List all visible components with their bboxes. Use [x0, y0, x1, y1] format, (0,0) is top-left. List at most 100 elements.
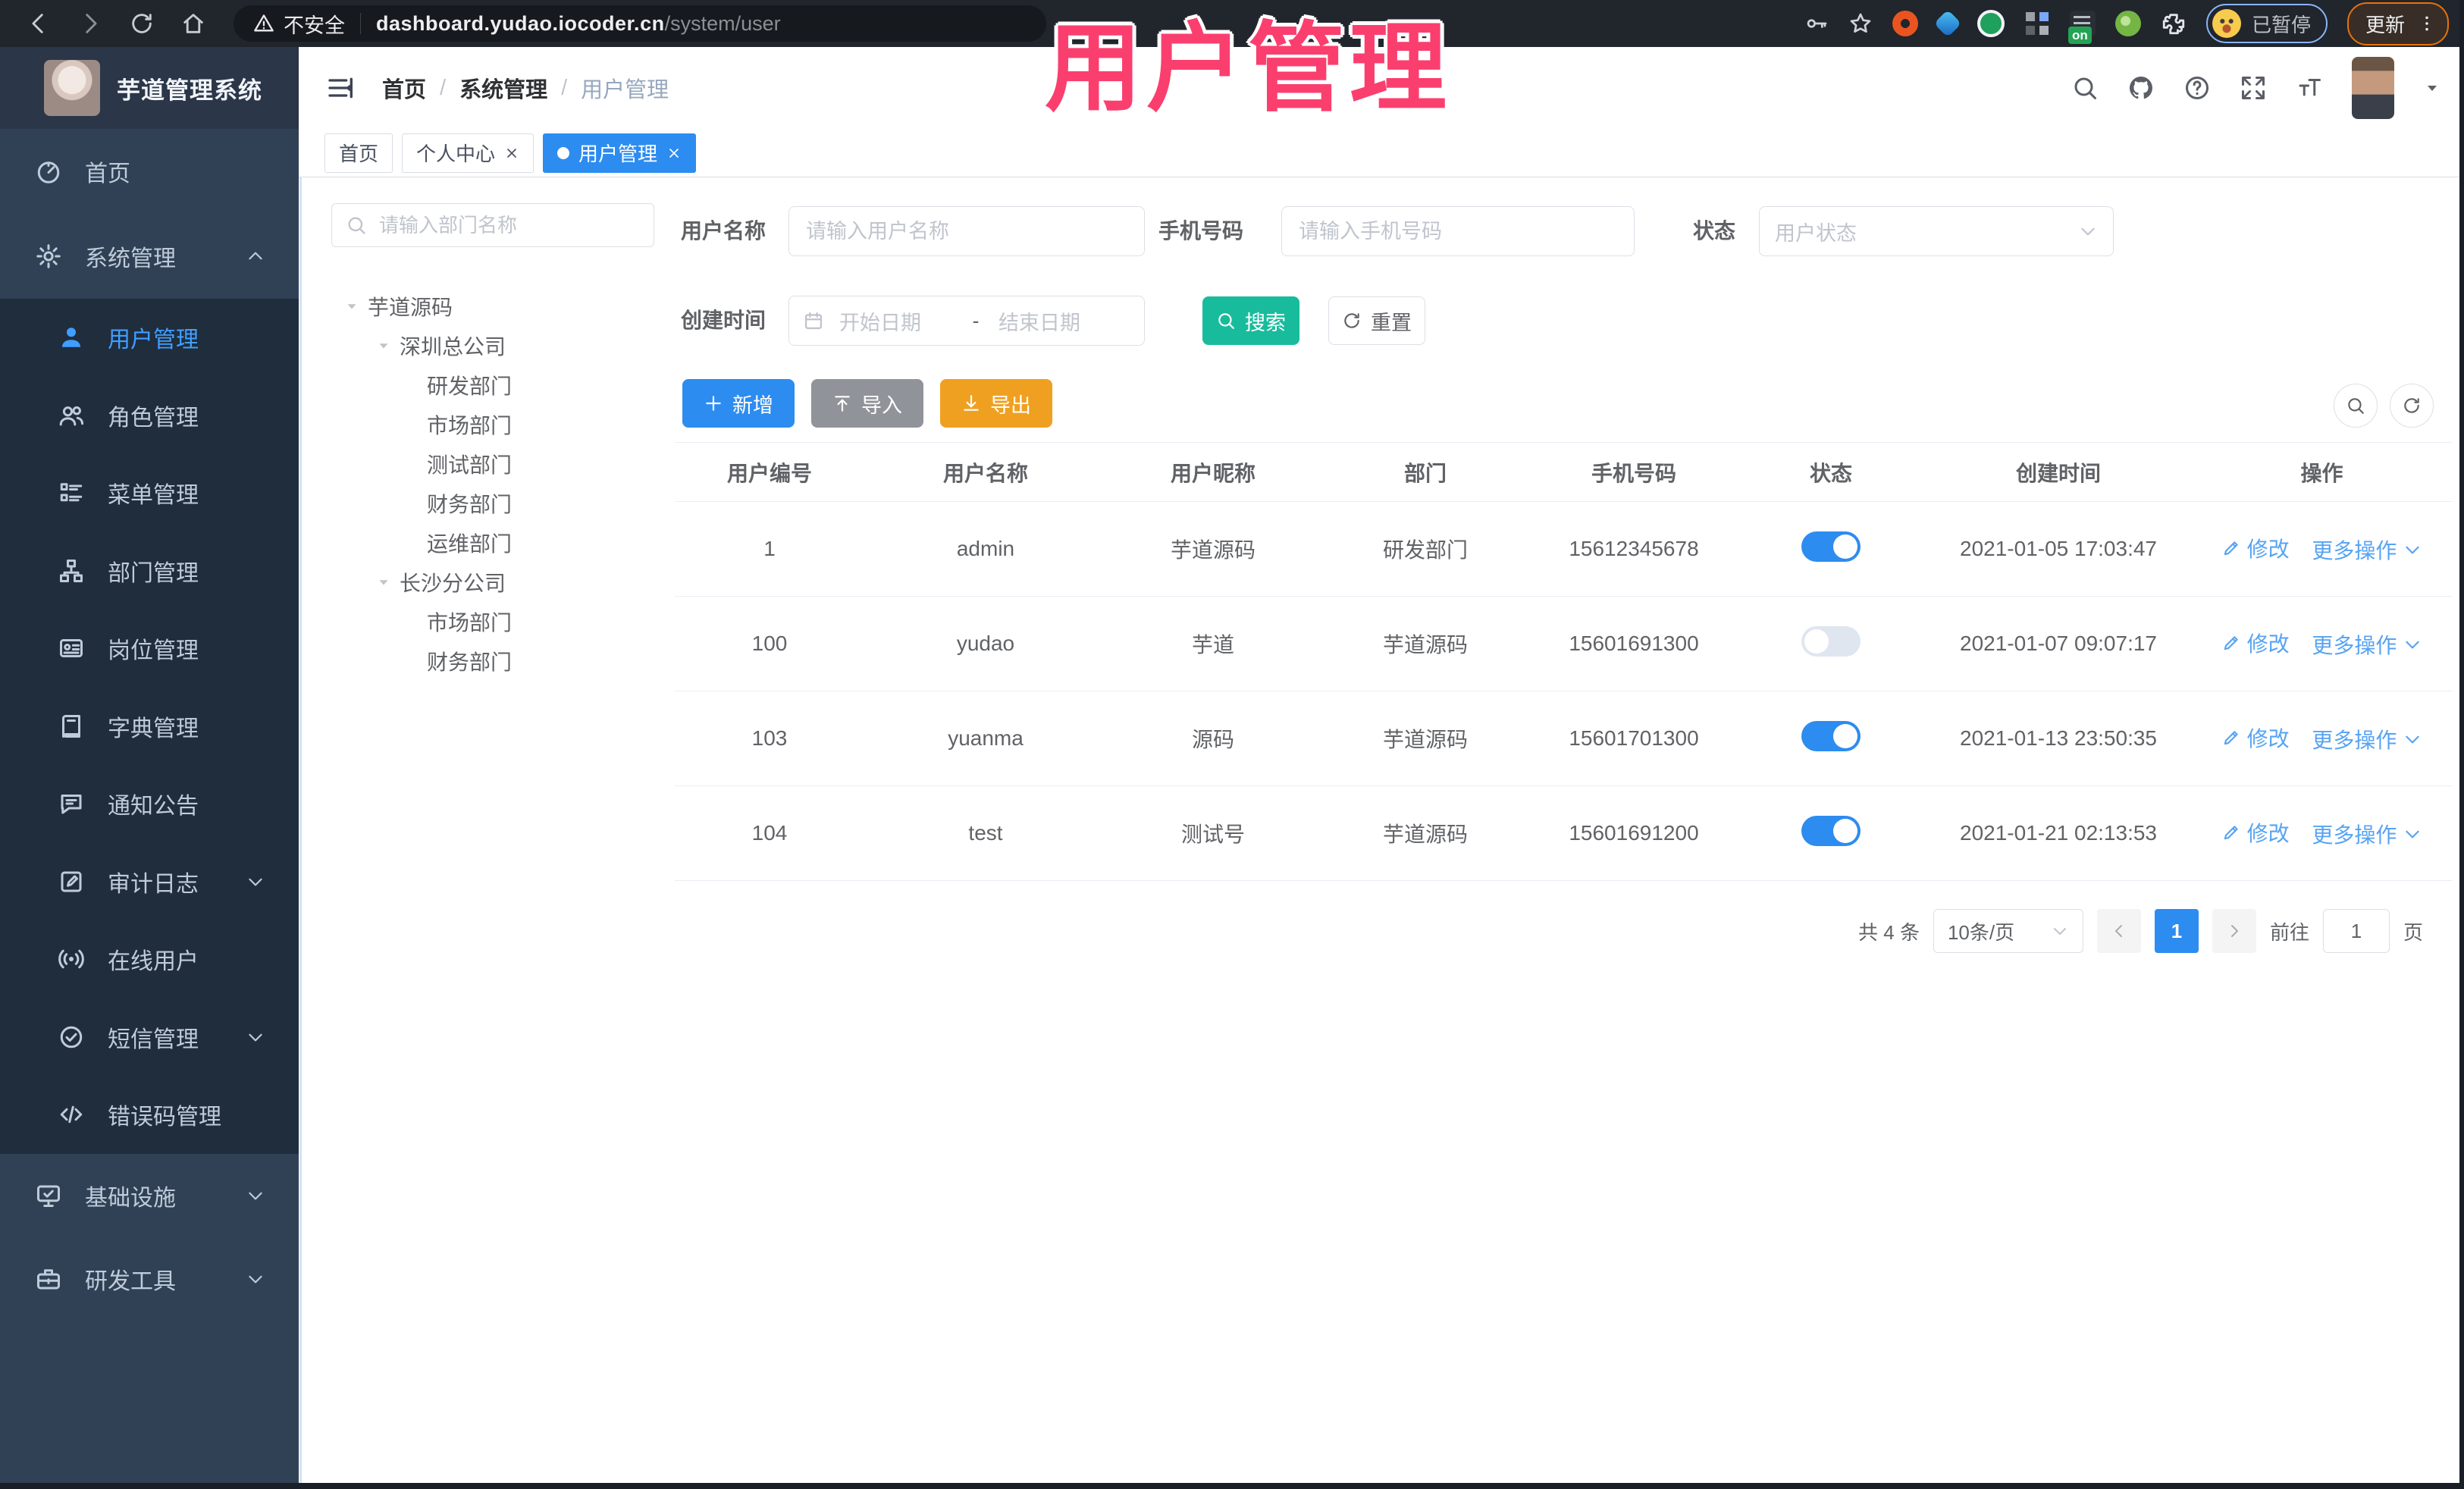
edit-link[interactable]: 修改 [2221, 723, 2290, 753]
tree-node-branch[interactable]: 长沙分公司 [331, 563, 665, 602]
dept-search-input[interactable] [378, 212, 631, 238]
caret-down-icon[interactable] [375, 574, 392, 591]
more-actions-link[interactable]: 更多操作 [2312, 724, 2422, 754]
tab-label: 个人中心 [416, 143, 496, 165]
goto-page-input[interactable] [2322, 909, 2390, 953]
font-size-icon[interactable] [2296, 74, 2323, 102]
browser-update-button[interactable]: 更新 [2346, 2, 2449, 45]
extension-green-icon[interactable] [1977, 10, 2005, 37]
extension-squares-icon[interactable] [2024, 11, 2050, 36]
sidebar-item-dept-mgmt[interactable]: 部门管理 [0, 532, 299, 610]
sidebar-item-home[interactable]: 首页 [0, 129, 299, 214]
breadcrumb-home[interactable]: 首页 [382, 72, 426, 104]
extension-tabs-icon[interactable]: on [2067, 11, 2096, 44]
bookmark-star-icon[interactable] [1848, 11, 1873, 36]
sidebar-item-infrastructure[interactable]: 基础设施 [0, 1154, 299, 1237]
browser-forward-icon[interactable] [77, 11, 103, 36]
extension-ubuntu-icon[interactable] [1892, 11, 1918, 36]
sidebar-item-sms-mgmt[interactable]: 短信管理 [0, 998, 299, 1077]
page-number-button[interactable]: 1 [2154, 909, 2199, 953]
tree-node-leaf[interactable]: 财务部门 [331, 641, 665, 681]
col-user-id: 用户编号 [675, 442, 864, 502]
caret-down-icon[interactable] [343, 298, 360, 315]
status-toggle[interactable] [1801, 815, 1861, 846]
cell-mobile: 15601691300 [1531, 596, 1736, 691]
next-page-button[interactable] [2212, 909, 2256, 953]
page-size-value: 10条/页 [1947, 920, 2015, 944]
import-button[interactable]: 导入 [811, 379, 923, 428]
password-key-icon[interactable] [1804, 11, 1829, 36]
more-actions-link[interactable]: 更多操作 [2312, 534, 2422, 565]
browser-home-icon[interactable] [180, 11, 206, 36]
sidebar-item-dev-tools[interactable]: 研发工具 [0, 1237, 299, 1321]
tab-user-management[interactable]: 用户管理 [543, 133, 697, 173]
browser-menu-icon[interactable] [2417, 14, 2437, 33]
status-toggle[interactable] [1801, 720, 1861, 751]
sidebar-item-error-code[interactable]: 错误码管理 [0, 1076, 299, 1154]
tree-node-root[interactable]: 芋道源码 [331, 287, 665, 326]
status-toggle[interactable] [1801, 531, 1861, 562]
sidebar-item-system[interactable]: 系统管理 [0, 214, 299, 299]
header-search-icon[interactable] [2071, 74, 2099, 102]
breadcrumb-system[interactable]: 系统管理 [459, 72, 547, 104]
reset-button[interactable]: 重置 [1328, 296, 1425, 345]
tree-node-leaf[interactable]: 市场部门 [331, 602, 665, 641]
extension-key-icon[interactable] [2114, 11, 2141, 36]
close-icon[interactable] [504, 146, 519, 161]
add-button[interactable]: 新增 [682, 379, 795, 428]
sidebar-item-online-users[interactable]: 在线用户 [0, 920, 299, 998]
sidebar-item-notice[interactable]: 通知公告 [0, 765, 299, 843]
mobile-label: 手机号码 [1158, 219, 1244, 243]
hamburger-icon[interactable] [326, 73, 356, 103]
avatar-caret-icon[interactable] [2423, 79, 2441, 97]
browser-profile-chip[interactable]: 已暂停 [2205, 4, 2328, 43]
tree-node-leaf[interactable]: 市场部门 [331, 405, 665, 444]
refresh-table-button[interactable] [2390, 384, 2434, 428]
tree-node-branch[interactable]: 深圳总公司 [331, 326, 665, 365]
tab-profile[interactable]: 个人中心 [402, 133, 534, 173]
tree-node-leaf[interactable]: 运维部门 [331, 523, 665, 563]
username-input[interactable] [789, 219, 1144, 243]
browser-back-icon[interactable] [26, 11, 52, 36]
toggle-search-button[interactable] [2334, 384, 2378, 428]
sidebar-item-post-mgmt[interactable]: 岗位管理 [0, 610, 299, 688]
sidebar-item-label: 基础设施 [85, 1185, 176, 1211]
close-icon[interactable] [666, 146, 682, 161]
address-bar[interactable]: 不安全 dashboard.yudao.iocoder.cn /system/u… [234, 5, 1046, 42]
refresh-icon [2402, 396, 2422, 415]
prev-page-button[interactable] [2096, 909, 2141, 953]
caret-down-icon[interactable] [375, 337, 392, 354]
search-button[interactable]: 搜索 [1202, 296, 1299, 345]
help-icon[interactable] [2183, 74, 2211, 102]
browser-reload-icon[interactable] [129, 11, 155, 36]
sidebar-item-menu-mgmt[interactable]: 菜单管理 [0, 454, 299, 532]
export-button[interactable]: 导出 [940, 379, 1052, 428]
user-avatar[interactable] [2352, 57, 2394, 119]
more-actions-link[interactable]: 更多操作 [2312, 819, 2422, 849]
edit-link[interactable]: 修改 [2221, 817, 2290, 848]
tree-node-leaf[interactable]: 财务部门 [331, 484, 665, 523]
import-button-label: 导入 [861, 393, 902, 417]
extensions-puzzle-icon[interactable] [2161, 11, 2187, 36]
page-size-select[interactable]: 10条/页 [1933, 909, 2083, 953]
tree-node-leaf[interactable]: 研发部门 [331, 365, 665, 405]
sidebar-item-role-mgmt[interactable]: 角色管理 [0, 377, 299, 455]
sidebar-item-audit-log[interactable]: 审计日志 [0, 843, 299, 921]
status-toggle[interactable] [1801, 625, 1861, 657]
tab-home[interactable]: 首页 [324, 133, 393, 173]
date-start-placeholder: 开始日期 [839, 311, 921, 334]
extension-drop-icon[interactable] [1933, 9, 1962, 38]
edit-link[interactable]: 修改 [2221, 533, 2290, 563]
sidebar-item-user-mgmt[interactable]: 用户管理 [0, 299, 299, 377]
github-icon[interactable] [2127, 74, 2155, 102]
status-select[interactable]: 用户状态 [1759, 206, 2114, 256]
sidebar-item-dict-mgmt[interactable]: 字典管理 [0, 688, 299, 766]
more-actions-link[interactable]: 更多操作 [2312, 629, 2422, 660]
edit-link[interactable]: 修改 [2221, 628, 2290, 658]
fullscreen-icon[interactable] [2240, 74, 2267, 102]
date-range-picker[interactable]: 开始日期 - 结束日期 [788, 296, 1145, 346]
mobile-input[interactable] [1282, 219, 1634, 243]
tree-node-label: 测试部门 [427, 453, 513, 477]
cell-mobile: 15601701300 [1531, 691, 1736, 786]
tree-node-leaf[interactable]: 测试部门 [331, 444, 665, 484]
